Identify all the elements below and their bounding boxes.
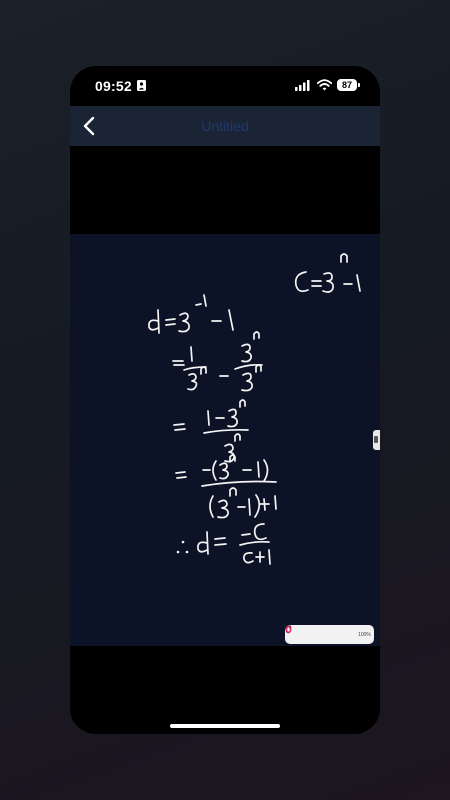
handwriting-line-5 (175, 454, 277, 519)
color-icon[interactable] (285, 625, 356, 639)
handwriting-line-6 (176, 523, 271, 565)
handwriting-layer (148, 253, 361, 565)
person-icon (137, 80, 146, 91)
bottom-margin (70, 646, 380, 734)
handwriting-line-4 (173, 399, 249, 463)
lasso-icon[interactable] (285, 625, 348, 639)
marker-icon[interactable] (285, 627, 313, 639)
top-margin (70, 146, 380, 234)
handwriting-line-2 (148, 294, 234, 334)
handwriting-line-3 (172, 331, 263, 392)
whiteboard-canvas[interactable]: 100% (70, 234, 380, 646)
side-panel-handle[interactable] (373, 430, 380, 450)
battery-tip (358, 83, 360, 87)
pen-icon[interactable] (286, 626, 304, 639)
drawing-toolbar: 100% (285, 625, 374, 644)
redo-icon[interactable] (285, 625, 339, 639)
battery-icon: 87 (337, 79, 357, 91)
handwriting-line-1 (294, 253, 361, 293)
phone-frame: 09:52 87 Untitled 100% (70, 66, 380, 734)
undo-icon[interactable] (285, 625, 330, 639)
signal-icon (295, 80, 310, 91)
side-handle-grip (374, 436, 378, 443)
eraser-icon[interactable] (286, 627, 322, 639)
navigation-bar: Untitled (70, 106, 380, 146)
home-indicator[interactable] (170, 724, 280, 728)
status-time: 09:52 (95, 78, 132, 94)
status-bar: 09:52 87 (70, 66, 380, 106)
wifi-icon (317, 79, 332, 91)
battery-level: 87 (341, 80, 352, 90)
zoom-level[interactable]: 100% (358, 632, 371, 638)
page-title: Untitled (201, 118, 249, 134)
